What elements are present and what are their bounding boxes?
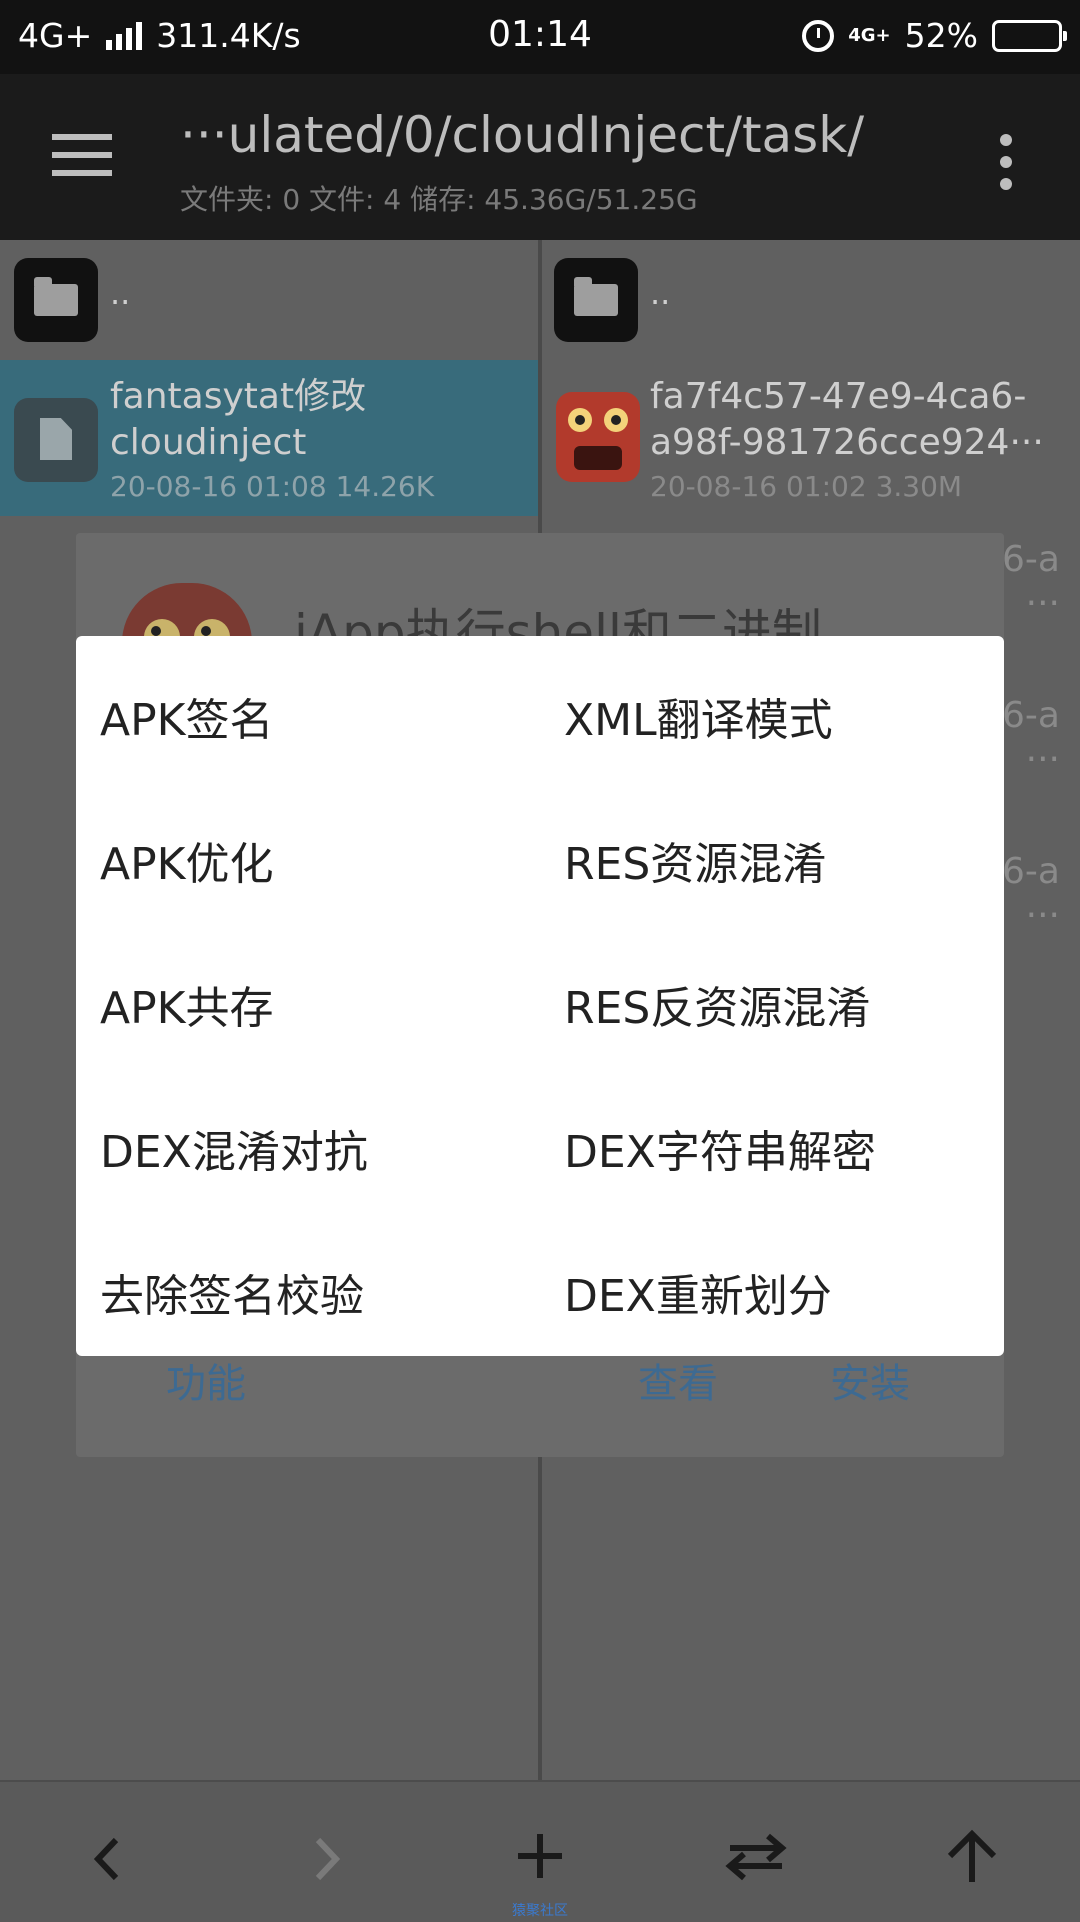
parent-folder-label: .. xyxy=(110,274,131,312)
menu-item-xml-translate[interactable]: XML翻译模式 xyxy=(564,684,833,748)
arrow-up-icon[interactable] xyxy=(946,1828,998,1884)
file-row-peek: 6-a ··· xyxy=(1002,695,1060,780)
install-button[interactable]: 安装 xyxy=(830,1351,910,1409)
battery-icon xyxy=(992,19,1067,52)
menu-item-dex-string-decrypt[interactable]: DEX字符串解密 xyxy=(564,1116,876,1180)
plus-icon[interactable] xyxy=(516,1832,564,1880)
more-options-icon[interactable] xyxy=(1000,134,1014,200)
file-row-peek: 6-a ··· xyxy=(1002,851,1060,936)
function-menu: APK签名 XML翻译模式 APK优化 RES资源混淆 APK共存 RES反资源… xyxy=(76,636,1004,1356)
menu-item-apk-optimize[interactable]: APK优化 xyxy=(100,828,274,892)
watermark: 猿聚社区 xyxy=(512,1903,568,1919)
folder-icon xyxy=(14,258,98,342)
file-row-selected[interactable]: fantasytat修改 cloudinject 20-08-16 01:08 … xyxy=(0,360,538,516)
chevron-right-icon[interactable] xyxy=(306,1834,346,1884)
menu-item-res-deobfuscate[interactable]: RES反资源混淆 xyxy=(564,972,870,1036)
storage-summary: 文件夹: 0 文件: 4 储存: 45.36G/51.25G xyxy=(180,183,698,216)
file-row-peek: 6-a ··· xyxy=(1002,539,1060,624)
menu-item-apk-coexist[interactable]: APK共存 xyxy=(100,972,274,1036)
file-name-line2: a98f-981726cce924··· xyxy=(650,422,1044,463)
folder-icon xyxy=(554,258,638,342)
parent-folder-row[interactable]: .. xyxy=(542,240,1080,360)
alarm-icon xyxy=(802,19,835,52)
status-bar: 4G+ 311.4K/s 01:14 4G+ 52% xyxy=(0,0,1080,74)
function-button[interactable]: 功能 xyxy=(166,1351,246,1409)
file-row[interactable]: fa7f4c57-47e9-4ca6- a98f-981726cce924···… xyxy=(542,360,1080,516)
swap-icon[interactable] xyxy=(724,1832,788,1882)
menu-item-res-obfuscate[interactable]: RES资源混淆 xyxy=(564,828,826,892)
app-monster-icon xyxy=(556,392,640,482)
file-name-line1: fa7f4c57-47e9-4ca6- xyxy=(650,376,1027,417)
path-title: ···ulated/0/cloudInject/task/ xyxy=(180,106,865,164)
view-button[interactable]: 查看 xyxy=(638,1351,718,1409)
network-small: 4G+ xyxy=(848,24,891,46)
chevron-left-icon[interactable] xyxy=(88,1834,128,1884)
file-meta: 20-08-16 01:08 14.26K xyxy=(110,470,435,503)
parent-folder-row[interactable]: .. xyxy=(0,240,538,360)
toolbar: ···ulated/0/cloudInject/task/ 文件夹: 0 文件:… xyxy=(0,74,1080,240)
menu-item-dex-anti-obfuscate[interactable]: DEX混淆对抗 xyxy=(100,1116,368,1180)
menu-item-remove-sign-check[interactable]: 去除签名校验 xyxy=(100,1260,364,1324)
menu-icon[interactable] xyxy=(52,134,112,180)
file-meta: 20-08-16 01:02 3.30M xyxy=(650,470,963,503)
menu-item-dex-repartition[interactable]: DEX重新划分 xyxy=(564,1260,832,1324)
battery-percent: 52% xyxy=(904,16,978,55)
parent-folder-label: .. xyxy=(650,274,671,312)
menu-item-apk-sign[interactable]: APK签名 xyxy=(100,684,274,748)
file-name-line2: cloudinject xyxy=(110,422,307,463)
file-name-line1: fantasytat修改 xyxy=(110,376,367,417)
file-icon xyxy=(14,398,98,482)
